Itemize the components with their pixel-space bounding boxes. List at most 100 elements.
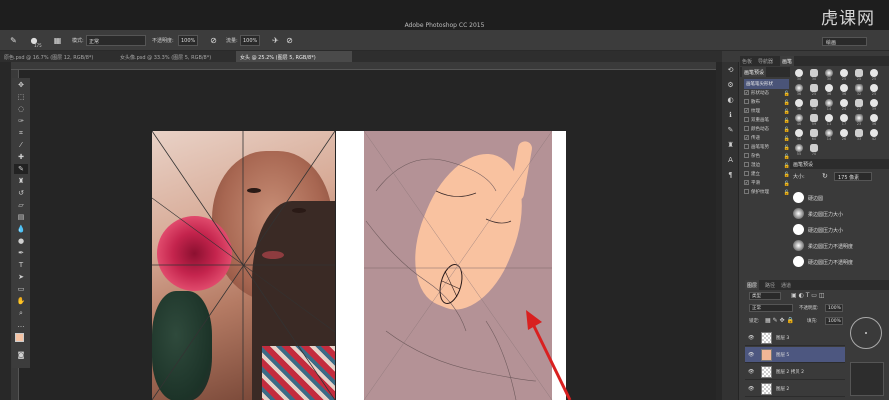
tab-brush-presets[interactable]: 画笔预设	[742, 67, 767, 77]
brush-tip[interactable]: 26	[837, 128, 851, 142]
brush-angle-preview[interactable]	[850, 317, 882, 349]
brush-tip[interactable]: 33	[852, 128, 866, 142]
brush-preset-item[interactable]: 硬边圆压力不透明度	[790, 254, 889, 269]
lock-icon[interactable]: 🔓	[784, 127, 790, 133]
brush-setting-item[interactable]: 杂色 🔓	[744, 153, 790, 162]
tab-channels[interactable]: 通道	[779, 280, 793, 290]
brush-tip[interactable]: 55	[792, 143, 806, 157]
brush-preset-item[interactable]: 硬边圆压力大小	[790, 222, 889, 237]
visibility-eye-icon[interactable]: 👁	[748, 369, 754, 375]
brush-tip[interactable]: 11	[822, 113, 836, 127]
brush-tip[interactable]: 36	[792, 98, 806, 112]
brush-tip[interactable]: 39	[867, 98, 881, 112]
size-field[interactable]: 175 像素	[834, 172, 872, 181]
visibility-eye-icon[interactable]: 👁	[748, 352, 754, 358]
layer-row[interactable]: 👁 图层 2	[745, 381, 845, 397]
tab-document-1[interactable]: 原色.psd @ 16.7% (图层 12, RGB/8*)	[0, 51, 114, 62]
brush-setting-checkbox[interactable]: ✓	[744, 90, 749, 95]
brush-tip[interactable]: 23	[852, 113, 866, 127]
character-panel-icon[interactable]: A	[725, 155, 736, 166]
tab-brush[interactable]: 画笔	[780, 56, 795, 66]
brush-tip[interactable]: 36	[837, 83, 851, 97]
brush-setting-checkbox[interactable]	[744, 117, 749, 122]
brush-tip[interactable]: 25	[867, 68, 881, 82]
brush-setting-checkbox[interactable]	[744, 144, 749, 149]
type-tool-icon[interactable]: T	[14, 260, 28, 270]
tab-swatches[interactable]: 色板	[740, 56, 754, 66]
brush-tip[interactable]: 25	[807, 83, 821, 97]
foreground-color-swatch[interactable]	[15, 333, 24, 342]
visibility-eye-icon[interactable]: 👁	[748, 386, 754, 392]
brush-tip[interactable]: 42	[867, 128, 881, 142]
reset-icon[interactable]: ↻	[822, 172, 828, 180]
properties-panel-icon[interactable]: ⚙	[725, 80, 736, 91]
brush-preset-item[interactable]: 柔边圆压力不透明度	[790, 238, 889, 253]
zoom-tool-icon[interactable]: ⌕	[14, 308, 28, 318]
lock-icon[interactable]: 🔓	[784, 145, 790, 151]
brush-setting-item[interactable]: 湿边 🔓	[744, 162, 790, 171]
marquee-tool-icon[interactable]: ⬚	[14, 92, 28, 102]
brush-setting-checkbox[interactable]: ✓	[744, 135, 749, 140]
opacity-field[interactable]: 100%	[178, 35, 198, 46]
brush-setting-checkbox[interactable]	[744, 189, 749, 194]
brush-setting-item[interactable]: 颜色动态 🔓	[744, 126, 790, 135]
brush-tip-shape-item[interactable]: 画笔笔尖形状	[744, 79, 789, 89]
brush-setting-checkbox[interactable]	[744, 171, 749, 176]
brush-setting-item[interactable]: ✓ 形状动态 🔓	[744, 90, 790, 99]
brush-setting-checkbox[interactable]: ✓	[744, 180, 749, 185]
lock-icons[interactable]: ▦ ✎ ✥ 🔒	[765, 317, 794, 324]
brush-setting-checkbox[interactable]	[744, 126, 749, 131]
brush-setting-item[interactable]: 画笔笔势 🔓	[744, 144, 790, 153]
crop-tool-icon[interactable]: ⌗	[14, 128, 28, 138]
eraser-tool-icon[interactable]: ▱	[14, 200, 28, 210]
fill-field[interactable]: 100%	[825, 317, 843, 325]
brush-tip[interactable]: 25	[867, 83, 881, 97]
layer-kind-select[interactable]: 类型	[749, 292, 781, 300]
brush-tip[interactable]: 17	[837, 113, 851, 127]
brush-preset-item[interactable]: 柔边圆压力大小	[790, 206, 889, 221]
brush-setting-checkbox[interactable]	[744, 153, 749, 158]
tab-layers[interactable]: 图层	[745, 280, 760, 290]
brush-tip[interactable]: 27	[852, 98, 866, 112]
gradient-tool-icon[interactable]: ▤	[14, 212, 28, 222]
brush-tip[interactable]: 36	[792, 83, 806, 97]
visibility-eye-icon[interactable]: 👁	[748, 335, 754, 341]
brush-tip[interactable]: 36	[807, 98, 821, 112]
quick-mask-icon[interactable]: ◙	[14, 350, 28, 360]
lock-icon[interactable]: 🔓	[784, 109, 790, 115]
brush-preset-item[interactable]: 硬边圆	[790, 190, 889, 205]
lock-icon[interactable]: 🔓	[784, 118, 790, 124]
tab-document-3[interactable]: 女头 @ 25.2% (图层 5, RGB/8*)	[236, 51, 352, 62]
brush-setting-item[interactable]: 保护纹理 🔓	[744, 189, 790, 198]
move-tool-icon[interactable]: ✥	[14, 80, 28, 90]
brush-tip[interactable]: 46	[792, 113, 806, 127]
brush-setting-item[interactable]: ✓ 平滑 🔓	[744, 180, 790, 189]
clone-stamp-tool-icon[interactable]: ♜	[14, 176, 28, 186]
layer-row[interactable]: 👁 图层 3	[745, 330, 845, 346]
history-panel-icon[interactable]: ⟲	[725, 65, 736, 76]
airbrush-icon[interactable]: ✈	[270, 35, 281, 46]
brush-setting-item[interactable]: ✓ 传递 🔓	[744, 135, 790, 144]
info-panel-icon[interactable]: ℹ	[725, 110, 736, 121]
brush-tip[interactable]: 60	[807, 128, 821, 142]
filter-icons[interactable]: ▣ ◐ T ▭ ◫	[791, 292, 825, 299]
blend-mode-select[interactable]: 正常	[749, 304, 793, 312]
workspace-select[interactable]: 绘画	[822, 37, 867, 46]
brush-panel-icon[interactable]: ✎	[725, 125, 736, 136]
brush-tip[interactable]: 14	[822, 98, 836, 112]
hand-tool-icon[interactable]: ✋	[14, 296, 28, 306]
brush-panel-toggle-icon[interactable]: ▦	[52, 35, 63, 46]
brush-tip[interactable]: 36	[867, 113, 881, 127]
brush-setting-checkbox[interactable]: ✓	[744, 108, 749, 113]
brush-setting-item[interactable]: 双重画笔 🔓	[744, 117, 790, 126]
pressure-opacity-icon[interactable]: ⊘	[208, 35, 219, 46]
lock-icon[interactable]: 🔓	[784, 100, 790, 106]
brush-tool-icon[interactable]: ✎	[8, 35, 19, 46]
brush-setting-checkbox[interactable]	[744, 99, 749, 104]
brush-tip[interactable]: 44	[792, 128, 806, 142]
more-tools-icon[interactable]: …	[14, 320, 28, 330]
blur-tool-icon[interactable]: 💧	[14, 224, 28, 234]
brush-tip[interactable]: 14	[822, 128, 836, 142]
pressure-size-icon[interactable]: ⊘	[284, 35, 295, 46]
layer-row[interactable]: 👁 图层 5	[745, 347, 845, 363]
